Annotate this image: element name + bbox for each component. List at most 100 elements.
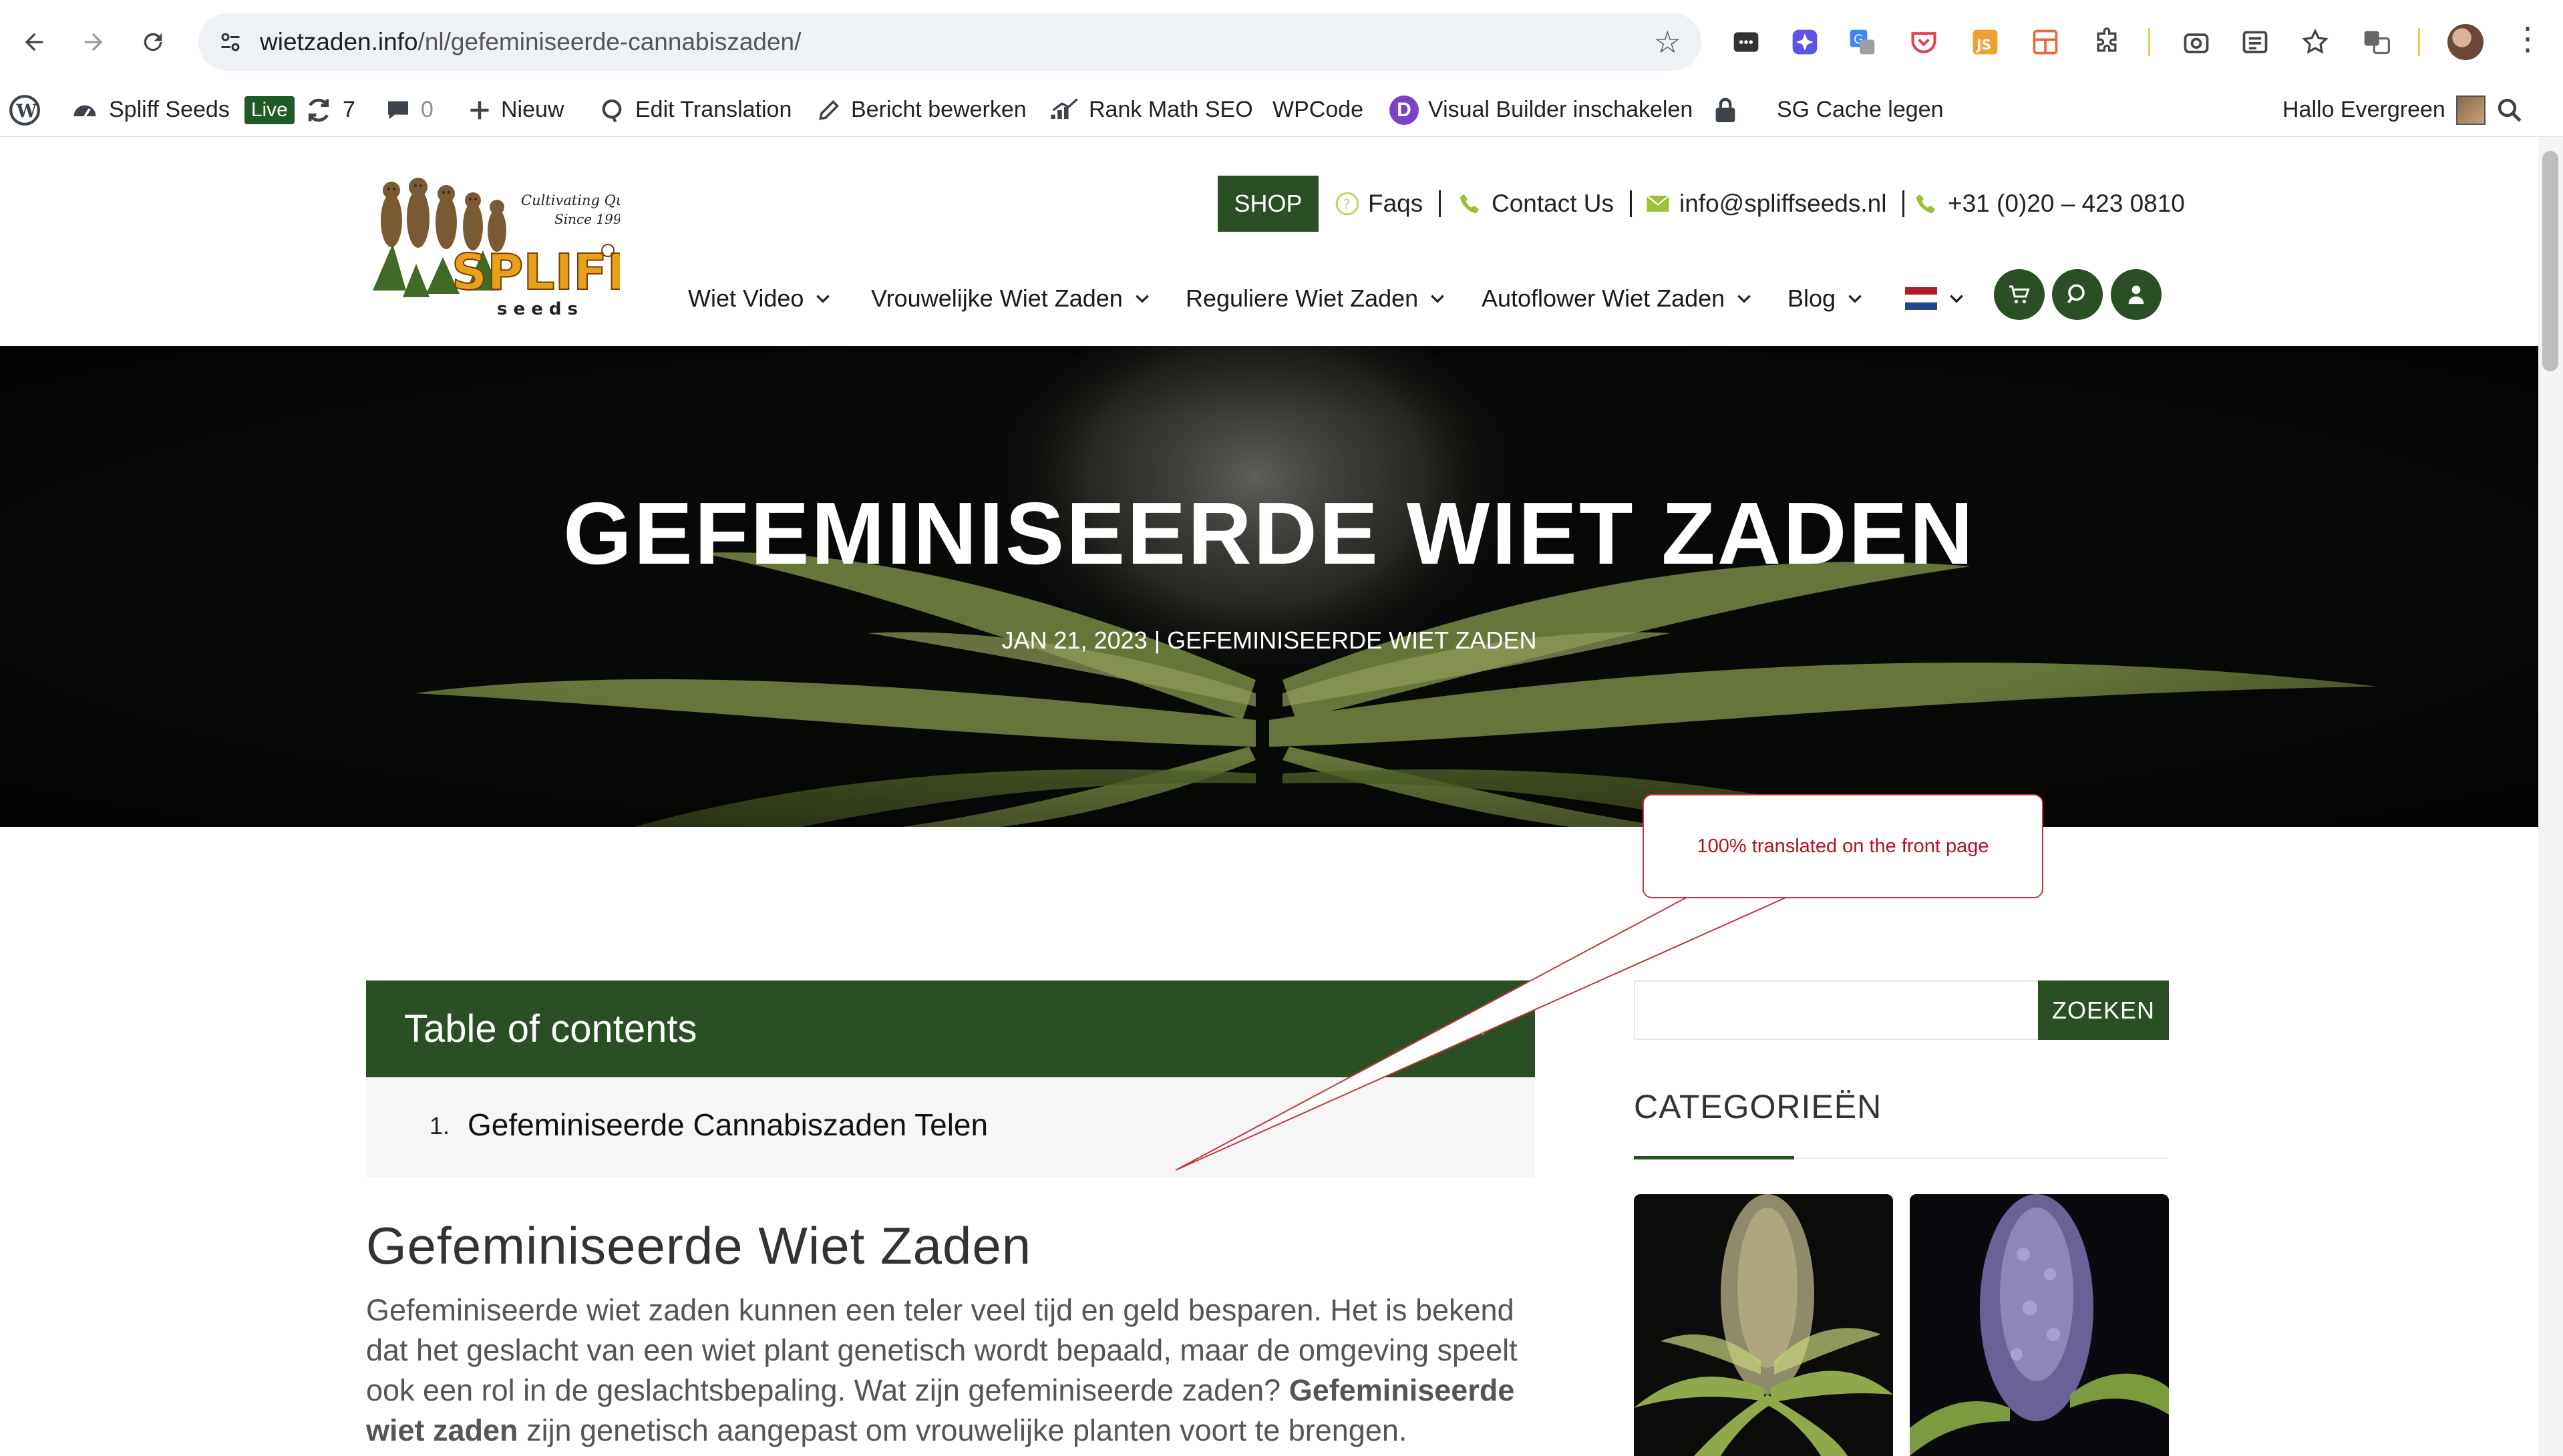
chevron-down-icon	[1134, 292, 1151, 305]
scrollbar-thumb[interactable]	[2542, 151, 2558, 371]
edit-translation-label: Edit Translation	[635, 97, 792, 122]
logo-tagline: Cultivating Quality	[521, 192, 620, 208]
faq-icon: ?	[1335, 191, 1360, 216]
updates-menu[interactable]: 7	[304, 83, 355, 136]
nav-item-wiet-video[interactable]: Wiet Video	[688, 268, 832, 329]
browser-toolbar: wietzaden.info/nl/gefeminiseerde-cannabi…	[0, 0, 2563, 84]
nav-item-vrouwelijke[interactable]: Vrouwelijke Wiet Zaden	[871, 268, 1151, 329]
edit-post-link[interactable]: Bericht bewerken	[816, 83, 1027, 136]
toolbar-separator	[2148, 28, 2150, 56]
post-category-link[interactable]: GEFEMINISEERDE WIET ZADEN	[1167, 626, 1536, 654]
rank-math-icon	[1049, 97, 1079, 124]
plus-icon	[468, 98, 492, 122]
visual-builder-link[interactable]: D Visual Builder inschakelen	[1389, 83, 1693, 136]
category-image[interactable]	[1910, 1194, 2169, 1456]
menu-icon[interactable]: ⋮	[2512, 20, 2544, 57]
wpcode-label: WPCode	[1272, 97, 1364, 122]
email-label: info@spliffseeds.nl	[1679, 190, 1887, 217]
callout-text: 100% translated on the front page	[1697, 835, 1989, 857]
translate-page-icon[interactable]	[2357, 22, 2397, 62]
toc-toggle-icon[interactable]	[1462, 1015, 1488, 1049]
puzzle-extensions-icon[interactable]	[2087, 22, 2127, 62]
shop-button[interactable]: SHOP	[1218, 176, 1319, 232]
nav-label: Autoflower Wiet Zaden	[1482, 285, 1725, 312]
sidebar-search-button[interactable]: ZOEKEN	[2038, 980, 2169, 1040]
reload-icon[interactable]	[131, 20, 175, 64]
forward-icon[interactable]	[71, 20, 116, 64]
nav-item-reguliere[interactable]: Reguliere Wiet Zaden	[1186, 268, 1446, 329]
svg-text:JS: JS	[1975, 37, 1991, 53]
heading-accent	[1634, 1156, 1794, 1159]
dutch-flag-icon	[1905, 287, 1937, 310]
cart-button[interactable]	[1994, 269, 2045, 320]
account-button[interactable]	[2111, 269, 2162, 320]
category-image[interactable]	[1634, 1194, 1893, 1456]
svg-text:W: W	[16, 101, 37, 122]
address-bar[interactable]: wietzaden.info/nl/gefeminiseerde-cannabi…	[198, 13, 1701, 71]
sg-cache-link[interactable]: SG Cache legen	[1777, 83, 1944, 136]
topbar-divider	[1439, 190, 1441, 217]
account-menu[interactable]: Hallo Evergreen	[2282, 83, 2486, 136]
contact-link[interactable]: Contact Us	[1458, 176, 1648, 232]
greeting-label: Hallo Evergreen	[2282, 97, 2445, 122]
sg-cache-label: SG Cache legen	[1777, 97, 1944, 122]
new-label: Nieuw	[501, 97, 564, 122]
search-button-label: ZOEKEN	[2051, 996, 2156, 1024]
grid-extension-icon[interactable]	[2025, 22, 2065, 62]
sidebar-search-input[interactable]	[1634, 980, 2039, 1040]
bookmark-star-icon[interactable]: ☆	[1654, 24, 1681, 60]
rank-math-menu[interactable]: Rank Math SEO	[1049, 83, 1253, 136]
profile-avatar[interactable]	[2447, 24, 2484, 60]
back-icon[interactable]	[12, 20, 56, 64]
screenshot-icon[interactable]	[2176, 22, 2216, 62]
logo-brand: SPLIFF	[452, 244, 620, 301]
translate-extension-icon[interactable]: G	[1842, 22, 1882, 62]
wpcode-menu[interactable]: WPCode	[1272, 83, 1363, 136]
comments-icon	[385, 97, 411, 124]
live-badge: Live	[244, 96, 295, 124]
site-settings-icon[interactable]	[216, 27, 245, 57]
article-heading: Gefeminiseerde Wiet Zaden	[366, 1216, 1032, 1275]
chevron-down-icon	[1846, 292, 1864, 305]
translation-icon	[598, 96, 626, 124]
site-name-menu[interactable]: Spliff Seeds Live	[70, 83, 295, 136]
bookmarks-icon[interactable]	[2295, 22, 2335, 62]
reading-list-icon[interactable]	[2235, 22, 2275, 62]
user-icon	[2125, 283, 2148, 306]
topbar-divider	[1902, 190, 1905, 217]
lock-icon[interactable]	[1713, 83, 1737, 136]
ai-extension-icon[interactable]	[1785, 22, 1825, 62]
divi-icon: D	[1389, 95, 1419, 125]
wordpress-logo-icon[interactable]: W	[8, 83, 41, 136]
toc-header[interactable]: Table of contents	[366, 980, 1535, 1077]
chevron-down-icon	[1948, 292, 1965, 305]
toc-item-link[interactable]: Gefeminiseerde Cannabiszaden Telen	[468, 1107, 988, 1143]
new-content-menu[interactable]: Nieuw	[468, 83, 564, 136]
dashboard-icon	[70, 96, 100, 125]
article-paragraph: Gefeminiseerde wiet zaden kunnen een tel…	[366, 1290, 1542, 1451]
search-icon	[2065, 283, 2089, 307]
site-search-button[interactable]	[2052, 269, 2103, 320]
search-icon[interactable]	[2496, 83, 2524, 136]
comments-menu[interactable]: 0	[385, 83, 434, 136]
toc-item-number: 1.	[430, 1112, 450, 1139]
faqs-link[interactable]: ? Faqs	[1335, 176, 1457, 232]
language-switcher[interactable]	[1905, 268, 1965, 329]
nav-item-autoflower[interactable]: Autoflower Wiet Zaden	[1482, 268, 1753, 329]
nav-label: Vrouwelijke Wiet Zaden	[871, 285, 1123, 312]
edit-translation-link[interactable]: Edit Translation	[598, 83, 792, 136]
cannabis-plant-image	[0, 346, 2538, 827]
phone-link[interactable]: +31 (0)20 – 423 0810	[1914, 176, 2185, 232]
js-extension-icon[interactable]: JS	[1965, 22, 2005, 62]
rank-math-label: Rank Math SEO	[1089, 97, 1253, 122]
pocket-extension-icon[interactable]	[1904, 22, 1944, 62]
nav-item-blog[interactable]: Blog	[1787, 268, 1864, 329]
page-title: GEFEMINISEERDE WIET ZADEN	[563, 484, 1975, 582]
spliff-seeds-logo[interactable]: Cultivating Quality Since 1995 SPLIFF s …	[366, 157, 620, 324]
email-link[interactable]: info@spliffseeds.nl	[1646, 176, 1920, 232]
password-manager-extension-icon[interactable]	[1726, 22, 1766, 62]
site-header: Cultivating Quality Since 1995 SPLIFF s …	[0, 137, 2563, 346]
edit-post-label: Bericht bewerken	[851, 97, 1027, 122]
translation-callout: 100% translated on the front page	[1643, 794, 2043, 898]
topbar-divider	[1630, 190, 1633, 217]
